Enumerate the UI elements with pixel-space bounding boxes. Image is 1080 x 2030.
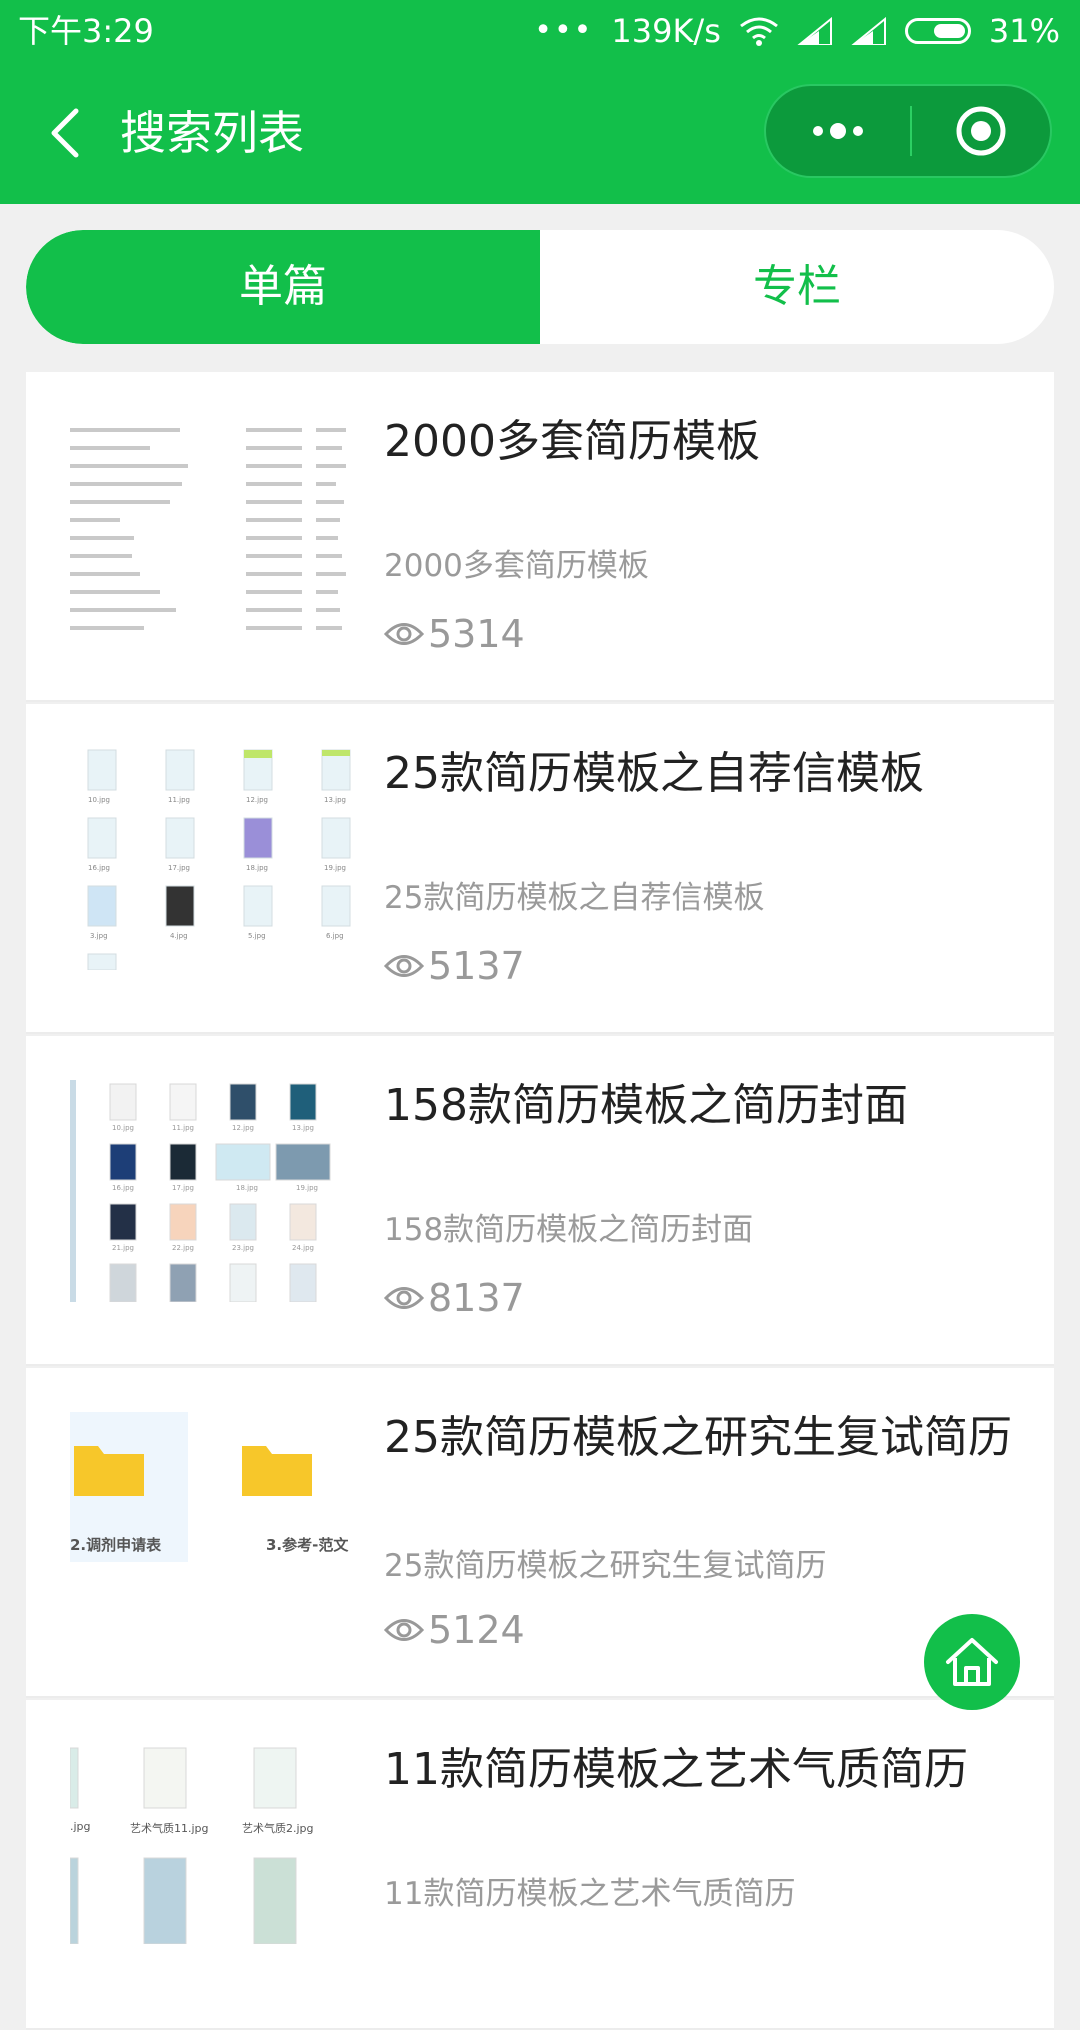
battery-level — [933, 24, 965, 38]
art-resume-grid — [70, 1747, 297, 1944]
svg-text:3.jpg: 3.jpg — [90, 932, 108, 940]
image-grid: 10.jpg 11.jpg 12.jpg 13.jpg 16.jpg 17.jpg 18.… — [87, 749, 351, 970]
svg-text:17.jpg: 17.jpg — [168, 864, 190, 872]
cover-grid: 10.jpg 11.jpg 12.jpg 13.jpg 16.jpg 17.jpg 18.… — [70, 1080, 331, 1302]
thumbnail-cover-grid: 10.jpg 11.jpg 12.jpg 13.jpg 16.jpg 17.jpg 18.… — [70, 1080, 358, 1302]
thumbnail-image-grid: 10.jpg 11.jpg 12.jpg 13.jpg 16.jpg 17.jpg 18.… — [70, 748, 358, 970]
item-subtitle: 25款简历模板之自荐信模板 — [384, 880, 765, 916]
file-list-image — [70, 428, 346, 630]
list-item[interactable]: 10.jpg 11.jpg 12.jpg 13.jpg 16.jpg 17.jpg 18.… — [26, 1036, 1054, 1366]
close-button[interactable] — [912, 86, 1050, 176]
svg-text:13.jpg: 13.jpg — [324, 796, 346, 804]
eye-icon — [384, 623, 424, 645]
view-count-number: 5314 — [428, 612, 525, 656]
item-title: 11款简历模板之艺术气质简历 — [384, 1744, 968, 1795]
svg-text:12.jpg: 12.jpg — [232, 1124, 254, 1132]
tab-single[interactable]: 单篇 — [26, 230, 540, 344]
signal-icon — [797, 17, 832, 45]
view-count: 5124 — [384, 1608, 525, 1652]
svg-text:11.jpg: 11.jpg — [172, 1124, 194, 1132]
folder-label: 3.参考-范文 — [266, 1536, 349, 1554]
svg-text:5.jpg: 5.jpg — [248, 932, 266, 940]
item-subtitle: 2000多套简历模板 — [384, 548, 649, 584]
svg-text:4.jpg: 4.jpg — [170, 932, 188, 940]
signal-icon-2 — [851, 17, 886, 45]
svg-text:11.jpg: 11.jpg — [168, 796, 190, 804]
item-subtitle: 25款简历模板之研究生复试简历 — [384, 1548, 827, 1584]
tab-switcher: 单篇 专栏 — [26, 230, 1054, 344]
eye-icon — [384, 1619, 424, 1641]
thumbnail-file-list — [70, 416, 358, 638]
view-count: 5137 — [384, 944, 525, 988]
home-icon — [946, 1638, 998, 1686]
svg-text:18.jpg: 18.jpg — [236, 1184, 258, 1192]
svg-text:19.jpg: 19.jpg — [324, 864, 346, 872]
svg-text:16.jpg: 16.jpg — [112, 1184, 134, 1192]
item-title: 25款简历模板之研究生复试简历 — [384, 1412, 1012, 1463]
view-count-number: 5137 — [428, 944, 525, 988]
target-circle-icon — [956, 106, 1006, 156]
item-subtitle: 11款简历模板之艺术气质简历 — [384, 1876, 796, 1912]
item-subtitle: 158款简历模板之简历封面 — [384, 1212, 754, 1248]
svg-text:19.jpg: 19.jpg — [296, 1184, 318, 1192]
folder-icon — [74, 1446, 144, 1496]
view-count: 8137 — [384, 1276, 525, 1320]
list-item[interactable]: 2.调剂申请表 3.参考-范文 25款简历模板之研究生复试简历 25款简历模板之… — [26, 1368, 1054, 1698]
svg-text:10.jpg: 10.jpg — [88, 796, 110, 804]
status-indicators: ••• 139K/s 31% — [534, 0, 1060, 62]
list-item[interactable]: 2000多套简历模板 2000多套简历模板 5314 — [26, 372, 1054, 702]
thumb-label: .jpg — [70, 1820, 91, 1833]
svg-text:23.jpg: 23.jpg — [232, 1244, 254, 1252]
view-count-number: 8137 — [428, 1276, 525, 1320]
folder-label: 2.调剂申请表 — [70, 1536, 162, 1554]
app-header: 下午3:29 ••• 139K/s 31% 搜索列表 — [0, 0, 1080, 204]
item-title: 158款简历模板之简历封面 — [384, 1080, 908, 1131]
more-dots-icon — [813, 123, 863, 139]
item-title: 2000多套简历模板 — [384, 416, 760, 467]
item-title: 25款简历模板之自荐信模板 — [384, 748, 924, 799]
thumb-label: 艺术气质11.jpg — [130, 1822, 209, 1835]
thumbnail-art-resume: .jpg 艺术气质11.jpg 艺术气质2.jpg — [70, 1744, 358, 1944]
chevron-left-icon[interactable] — [44, 107, 92, 159]
thumbnail-folders: 2.调剂申请表 3.参考-范文 — [70, 1412, 358, 1634]
svg-text:24.jpg: 24.jpg — [292, 1244, 314, 1252]
more-button[interactable] — [766, 86, 910, 176]
thumb-label: 艺术气质2.jpg — [242, 1822, 314, 1835]
svg-text:13.jpg: 13.jpg — [292, 1124, 314, 1132]
svg-text:18.jpg: 18.jpg — [246, 864, 268, 872]
home-button[interactable] — [924, 1614, 1020, 1710]
svg-text:16.jpg: 16.jpg — [88, 864, 110, 872]
folder-icon — [242, 1446, 312, 1496]
wifi-icon — [739, 17, 778, 46]
navigation-bar: 搜索列表 — [0, 62, 1080, 204]
view-count-number: 5124 — [428, 1608, 525, 1652]
list-item[interactable]: 10.jpg 11.jpg 12.jpg 13.jpg 16.jpg 17.jpg 18.… — [26, 704, 1054, 1034]
svg-text:17.jpg: 17.jpg — [172, 1184, 194, 1192]
svg-text:6.jpg: 6.jpg — [326, 932, 344, 940]
view-count: 5314 — [384, 612, 525, 656]
notification-dots: ••• — [534, 13, 594, 48]
svg-text:22.jpg: 22.jpg — [172, 1244, 194, 1252]
status-bar: 下午3:29 ••• 139K/s 31% — [0, 0, 1080, 62]
svg-text:21.jpg: 21.jpg — [112, 1244, 134, 1252]
eye-icon — [384, 955, 424, 977]
network-speed: 139K/s — [611, 12, 721, 50]
svg-text:10.jpg: 10.jpg — [112, 1124, 134, 1132]
svg-text:12.jpg: 12.jpg — [246, 796, 268, 804]
tab-column[interactable]: 专栏 — [540, 230, 1054, 344]
battery-percent: 31% — [988, 12, 1060, 50]
battery-icon — [904, 18, 971, 44]
status-time: 下午3:29 — [18, 12, 154, 50]
page-title: 搜索列表 — [120, 106, 304, 160]
miniprogram-capsule — [764, 84, 1052, 178]
list-item[interactable]: .jpg 艺术气质11.jpg 艺术气质2.jpg 11款简历模板之艺术气质简历… — [26, 1700, 1054, 2030]
eye-icon — [384, 1287, 424, 1309]
